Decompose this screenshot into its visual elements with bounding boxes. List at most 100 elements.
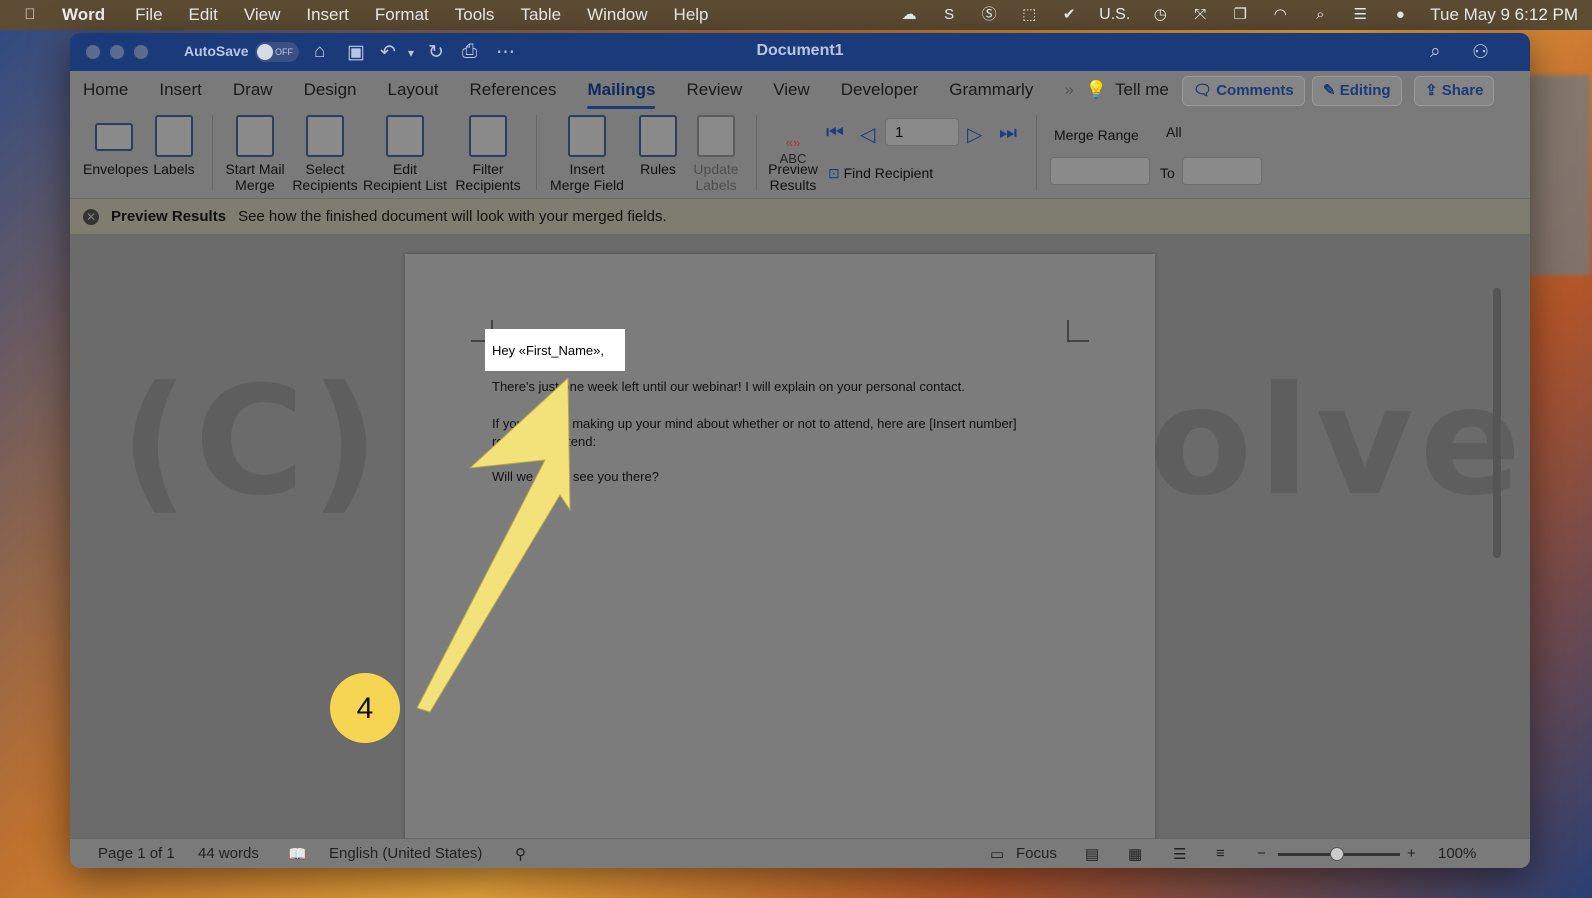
s-app-icon[interactable]: S xyxy=(939,6,959,24)
menu-window[interactable]: Window xyxy=(587,5,647,25)
fullscreen-icon[interactable]: ⤧ xyxy=(1190,6,1210,24)
input-source[interactable]: U.S. xyxy=(1099,6,1130,24)
menu-help[interactable]: Help xyxy=(674,5,709,25)
cloud-icon[interactable]: ☁ xyxy=(899,6,919,24)
labels-button[interactable]: Labels xyxy=(150,115,198,177)
tab-references[interactable]: References xyxy=(470,80,557,100)
menubar-clock[interactable]: Tue May 9 6:12 PM xyxy=(1430,5,1578,25)
screenshot-icon[interactable]: ⬚ xyxy=(1019,6,1039,24)
menu-edit[interactable]: Edit xyxy=(189,5,218,25)
share-label: Share xyxy=(1441,82,1484,99)
envelopes-button[interactable]: Envelopes xyxy=(83,115,148,177)
preview-results-button[interactable]: «» ABC Preview Results xyxy=(764,115,822,193)
body-line-3[interactable]: Will we get to see you there? xyxy=(492,469,659,484)
document-title: Document1 xyxy=(756,42,844,59)
merge-range-select[interactable]: All xyxy=(1158,119,1258,147)
margin-corner-marker xyxy=(1067,320,1089,342)
menu-format[interactable]: Format xyxy=(375,5,429,25)
language[interactable]: English (United States) xyxy=(329,845,482,862)
siri-icon[interactable]: ● xyxy=(1390,6,1410,24)
skype-icon[interactable]: Ⓢ xyxy=(979,6,999,24)
edit-recipient-list-label-2: Recipient List xyxy=(362,177,448,193)
merge-field-greeting[interactable]: Hey «First_Name», xyxy=(485,329,625,371)
menubar-app-name[interactable]: Word xyxy=(62,5,105,25)
next-record-icon[interactable]: ▷ xyxy=(967,122,982,147)
outline-view-icon[interactable]: ☰ xyxy=(1173,845,1186,863)
document-canvas[interactable]: (C) howtoisolve.com Hey «First_Name», Th… xyxy=(70,235,1530,854)
menu-insert[interactable]: Insert xyxy=(306,5,349,25)
tab-layout[interactable]: Layout xyxy=(387,80,438,100)
tab-review[interactable]: Review xyxy=(686,80,742,100)
start-mail-merge-label-2: Merge xyxy=(235,177,275,193)
menu-view[interactable]: View xyxy=(244,5,281,25)
menu-file[interactable]: File xyxy=(135,5,162,25)
record-number-field[interactable]: 1 xyxy=(885,118,959,146)
word-count[interactable]: 44 words xyxy=(198,845,259,862)
time-machine-icon[interactable]: ◷ xyxy=(1150,6,1170,24)
draft-view-icon[interactable]: ≡ xyxy=(1216,845,1225,862)
edit-recipient-list-button[interactable]: Edit Recipient List xyxy=(362,115,448,193)
menu-tools[interactable]: Tools xyxy=(455,5,495,25)
close-message-icon[interactable]: ✕ xyxy=(83,208,99,225)
tab-mailings[interactable]: Mailings xyxy=(587,80,656,109)
overflow-chevron-icon[interactable]: » xyxy=(1064,80,1073,100)
select-recipients-button[interactable]: Select Recipients xyxy=(290,115,360,193)
start-mail-merge-button[interactable]: Start Mail Merge xyxy=(220,115,290,193)
update-labels-button[interactable]: Update Labels xyxy=(688,115,744,193)
menu-table[interactable]: Table xyxy=(520,5,561,25)
merge-from-field[interactable] xyxy=(1050,157,1150,185)
tab-grammarly[interactable]: Grammarly xyxy=(949,80,1033,100)
tab-view[interactable]: View xyxy=(773,80,810,100)
select-recipients-label-2: Recipients xyxy=(292,177,358,193)
ribbon-divider xyxy=(756,115,757,190)
update-labels-icon xyxy=(697,115,735,157)
wifi-icon[interactable]: ◠ xyxy=(1270,6,1290,24)
zoom-slider-thumb[interactable] xyxy=(1330,847,1344,861)
editing-label: Editing xyxy=(1339,82,1391,99)
zoom-level[interactable]: 100% xyxy=(1438,845,1476,862)
share-button[interactable]: ⇪ Share xyxy=(1414,76,1495,106)
vertical-scrollbar[interactable] xyxy=(1493,288,1501,558)
body-line-2a[interactable]: If you are still making up your mind abo… xyxy=(492,416,1017,431)
control-center-icon[interactable]: ☰ xyxy=(1350,6,1370,24)
spotlight-icon[interactable]: ⌕ xyxy=(1310,6,1330,24)
check-icon[interactable]: ✔ xyxy=(1059,6,1079,24)
focus-icon[interactable]: ▭ xyxy=(990,845,1004,863)
print-layout-icon[interactable]: ▤ xyxy=(1085,845,1099,863)
tab-home[interactable]: Home xyxy=(83,80,128,100)
tab-design[interactable]: Design xyxy=(304,80,357,100)
tab-developer[interactable]: Developer xyxy=(841,80,919,100)
filter-recipients-button[interactable]: Filter Recipients xyxy=(452,115,524,193)
message-text: See how the finished document will look … xyxy=(238,208,667,225)
page-count[interactable]: Page 1 of 1 xyxy=(98,845,175,862)
search-icon[interactable]: ⌕ xyxy=(1430,41,1441,63)
zoom-out-icon[interactable]: − xyxy=(1257,845,1266,862)
envelope-icon xyxy=(95,123,133,151)
tab-insert[interactable]: Insert xyxy=(159,80,202,100)
accessibility-icon[interactable]: ⚲ xyxy=(515,845,526,863)
zoom-in-icon[interactable]: + xyxy=(1407,845,1416,862)
find-recipient-button[interactable]: ⊡ Find Recipient xyxy=(828,165,958,181)
tell-me[interactable]: Tell me xyxy=(1115,80,1169,100)
update-labels-label-2: Labels xyxy=(695,177,737,193)
tab-draw[interactable]: Draw xyxy=(233,80,273,100)
apple-icon[interactable]:  xyxy=(20,6,40,24)
last-record-icon[interactable]: ⏭ xyxy=(999,122,1017,145)
insert-merge-field-button[interactable]: Insert Merge Field xyxy=(546,115,628,193)
insert-merge-field-label-2: Merge Field xyxy=(550,177,624,193)
document-page[interactable]: Hey «First_Name», There's just one week … xyxy=(405,254,1155,854)
first-record-icon[interactable]: ⏮ xyxy=(826,122,844,145)
title-bar: AutoSave OFF ⌂ ▣ ↶ ▾ ↻ ⎙ ⋯ Document1 ⌕ ⚇ xyxy=(70,33,1530,71)
focus-label[interactable]: Focus xyxy=(1016,845,1057,862)
account-icon[interactable]: ⚇ xyxy=(1472,41,1489,64)
comments-button[interactable]: 🗨 Comments xyxy=(1182,76,1305,106)
editing-button[interactable]: ✎ Editing xyxy=(1312,76,1402,106)
web-layout-icon[interactable]: ▦ xyxy=(1128,845,1142,863)
body-line-2b[interactable]: reasons to attend: xyxy=(492,434,596,449)
proofing-icon[interactable]: 📖 xyxy=(288,845,307,863)
previous-record-icon[interactable]: ◁ xyxy=(860,122,875,147)
body-line-1[interactable]: There's just one week left until our web… xyxy=(492,379,965,394)
rules-button[interactable]: Rules xyxy=(632,115,684,177)
merge-to-field[interactable] xyxy=(1182,157,1262,185)
window-icon[interactable]: ❐ xyxy=(1230,6,1250,24)
